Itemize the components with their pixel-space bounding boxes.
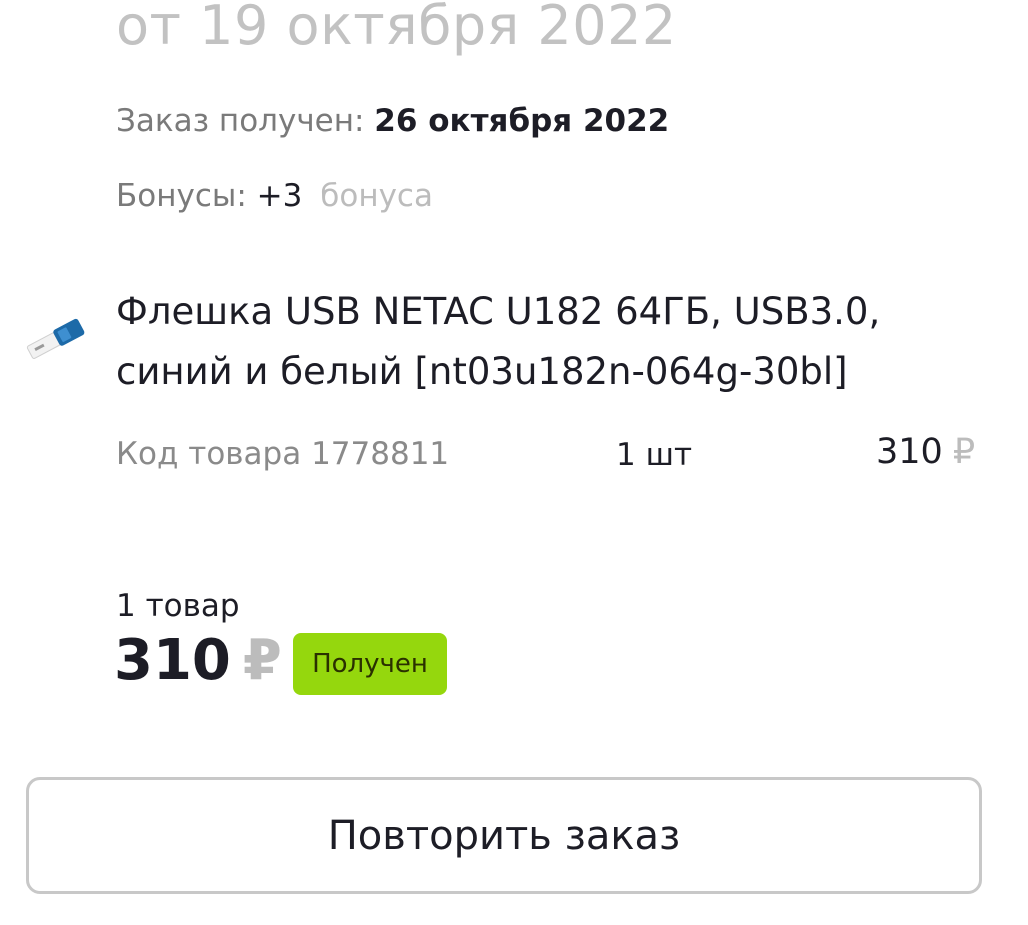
product-quantity: 1 шт bbox=[616, 437, 693, 473]
bonus-label: Бонусы: bbox=[116, 178, 247, 214]
status-badge: Получен bbox=[293, 633, 447, 695]
order-date: от 19 октября 2022 bbox=[116, 0, 677, 57]
order-received-label: Заказ получен: bbox=[116, 103, 365, 139]
items-count: 1 товар bbox=[116, 588, 240, 624]
product-price: 310 ₽ bbox=[876, 432, 975, 472]
order-received-row: Заказ получен: 26 октября 2022 bbox=[116, 103, 669, 139]
order-total: 310 ₽ bbox=[114, 628, 282, 693]
repeat-order-button[interactable]: Повторить заказ bbox=[26, 777, 982, 894]
bonus-unit: бонуса bbox=[320, 178, 433, 214]
order-received-date: 26 октября 2022 bbox=[374, 103, 670, 139]
ruble-icon: ₽ bbox=[952, 432, 976, 472]
order-total-value: 310 bbox=[114, 628, 231, 693]
product-name[interactable]: Флешка USB NETAC U182 64ГБ, USB3.0, сини… bbox=[116, 282, 996, 402]
usb-flash-drive-icon bbox=[26, 318, 85, 359]
bonus-row: Бонусы: +3 бонуса bbox=[116, 178, 433, 214]
product-sku: Код товара 1778811 bbox=[116, 436, 450, 472]
ruble-icon: ₽ bbox=[242, 628, 282, 693]
product-image[interactable] bbox=[22, 312, 90, 364]
bonus-value: +3 bbox=[256, 178, 303, 214]
product-price-value: 310 bbox=[876, 432, 943, 472]
